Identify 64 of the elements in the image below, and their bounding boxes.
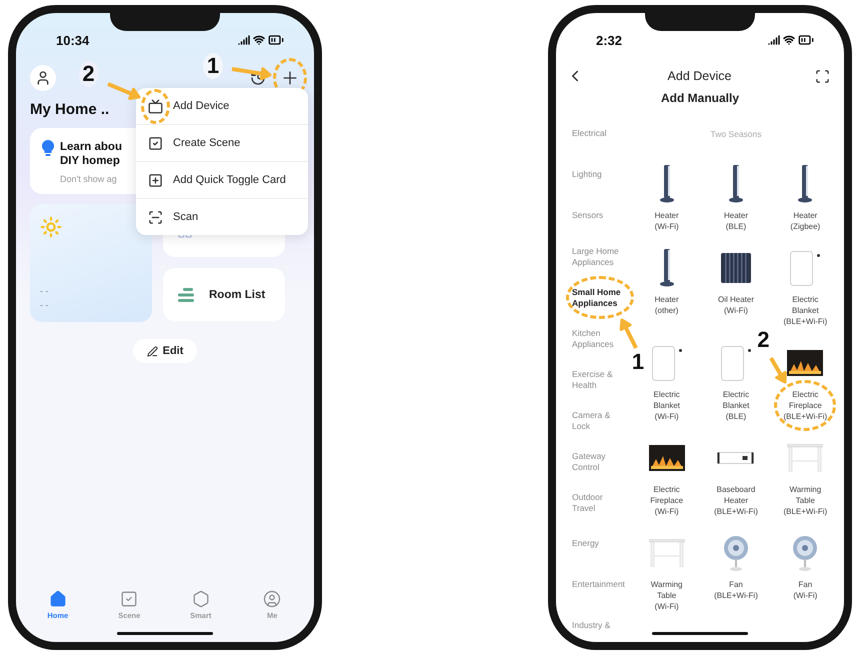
device-label[interactable]: Warming Table (BLE+Wi-Fi) [774,475,836,526]
device-label[interactable]: Electric Fireplace (Wi-Fi) [636,475,698,526]
device-label[interactable]: Fan (BLE+Wi-Fi) [704,570,767,610]
fan-drawing [793,536,818,570]
status-time: 10:34 [56,32,90,48]
device-label[interactable]: Heater (Zigbee) [774,201,836,241]
subtitle: Add Manually [660,91,740,105]
blanket-drawing [720,346,751,380]
baseboard-drawing [717,452,754,464]
heater-drawing [660,249,674,287]
fireplace-drawing [787,350,824,376]
room-list-card[interactable]: Room List [163,268,285,321]
menu-item[interactable]: Add Device [136,88,308,125]
heater-drawing [728,165,743,203]
signal-icon [768,34,780,46]
step-number: 1 [203,53,223,79]
table-drawing [787,444,824,472]
wifi-icon [783,34,795,46]
table-drawing [648,539,685,567]
sun-icon [40,216,62,238]
device-label[interactable]: Baseboard Heater (BLE+Wi-Fi) [704,475,767,526]
menu-item[interactable]: Add Quick Toggle Card [136,162,308,199]
weather-reading: - - [40,300,50,310]
category-item[interactable]: Exercise & Health [572,369,628,390]
device-label[interactable]: Fan (Wi-Fi) [774,570,836,610]
scene-icon [120,590,138,608]
device-label[interactable]: Oil Heater (Wi-Fi) [704,285,767,325]
heater-drawing [660,165,674,203]
smart-icon [192,590,210,608]
screen-title: Add Device [668,69,732,83]
home-icon [48,590,67,608]
device-label[interactable]: Heater (other) [636,285,698,325]
category-item[interactable]: Industry & [572,620,628,631]
pen-icon [146,346,158,356]
edit-button[interactable]: Edit [132,339,198,363]
home-title: My Home .. [30,101,110,118]
device-label[interactable]: Electric Blanket (BLE+Wi-Fi) [774,285,836,336]
step-number: 2 [78,61,98,87]
oil-heater-drawing [720,253,751,283]
status-time: 2:32 [596,32,622,48]
blanket-drawing [652,346,682,380]
profile-icon[interactable] [30,65,56,91]
fan-drawing [724,536,748,570]
section-heading: Two Seasons [709,128,763,140]
blanket-drawing [790,250,820,286]
list-icon [177,288,195,302]
wifi-icon [253,34,265,46]
tip-title: Learn abou DIY homep [60,140,122,168]
menu-item[interactable]: Scan [136,199,308,235]
device-label[interactable]: Heater (BLE) [704,201,767,241]
device-label[interactable]: Warming Table (Wi-Fi) [636,570,698,621]
weather-reading: - - [40,286,50,296]
fireplace-drawing [648,445,685,471]
signal-icon [238,34,250,46]
lightbulb-icon [42,140,54,156]
device-label[interactable]: Electric Blanket (Wi-Fi) [636,380,698,431]
menu-item[interactable]: Create Scene [136,125,308,162]
category-item[interactable]: Camera & Lock [572,410,628,431]
me-icon [263,590,282,608]
device-label[interactable]: Electric Blanket (BLE) [704,380,767,431]
device-label[interactable]: Heater (Wi-Fi) [636,201,698,241]
scan-icon [815,68,830,84]
heater-drawing [798,165,812,203]
category-item[interactable]: Small Home Appliances [566,276,634,319]
